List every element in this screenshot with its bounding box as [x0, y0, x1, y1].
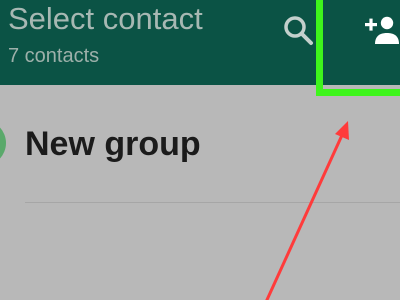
- search-icon: [284, 16, 313, 45]
- new-group-label: New group: [25, 125, 201, 163]
- contact-count: 7 contacts: [8, 45, 100, 67]
- page-title: Select contact: [8, 1, 203, 36]
- screen: Select contact 7 contacts New group: [0, 0, 400, 300]
- add-contact-icon: [365, 16, 399, 44]
- search-button[interactable]: [280, 12, 318, 50]
- add-contact-button[interactable]: [316, 0, 400, 96]
- divider: [25, 202, 400, 203]
- app-bar: Select contact 7 contacts: [0, 0, 400, 96]
